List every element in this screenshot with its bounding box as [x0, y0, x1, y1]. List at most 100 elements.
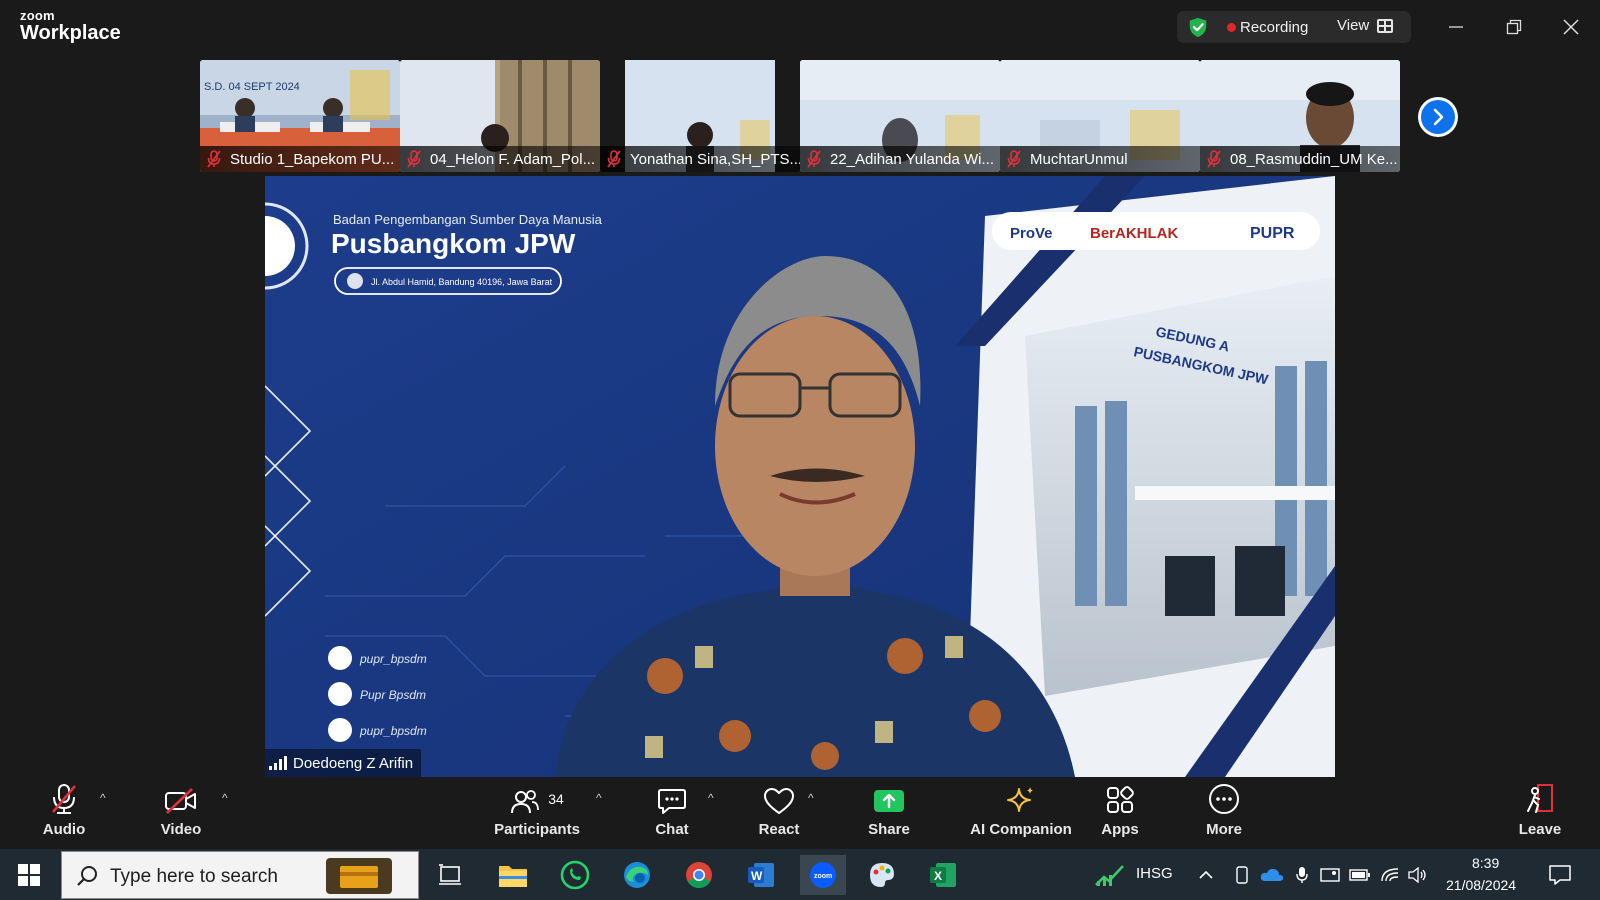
leave-label: Leave [1518, 821, 1562, 838]
edge-browser-icon[interactable] [617, 855, 657, 895]
volume-icon[interactable] [1406, 855, 1430, 895]
chat-label: Chat [655, 821, 689, 838]
more-button[interactable]: More [1198, 777, 1250, 849]
active-speaker-video[interactable]: Badan Pengembangan Sumber Daya Manusia P… [265, 176, 1335, 777]
more-icon [1209, 784, 1239, 814]
excel-icon[interactable]: X [923, 855, 963, 895]
search-highlight-icon [326, 858, 392, 894]
recording-pill: Recording View [1177, 11, 1411, 43]
ai-companion-button[interactable]: AI Companion [958, 777, 1084, 849]
wifi-icon[interactable] [1378, 855, 1402, 895]
mic-muted-icon [807, 150, 821, 168]
audio-button[interactable]: Audio [34, 777, 94, 849]
task-view-icon[interactable] [430, 855, 470, 895]
react-label: React [758, 821, 800, 838]
mic-muted-icon [1007, 150, 1021, 168]
leave-button[interactable]: Leave [1516, 777, 1564, 849]
view-label: View [1337, 17, 1370, 34]
onedrive-icon[interactable] [1258, 855, 1286, 895]
thumbnail-name: 08_Rasmuddin_UM Ke... [1230, 150, 1398, 168]
mic-muted-icon [207, 150, 221, 168]
svg-text:X: X [934, 869, 942, 883]
next-page-button[interactable] [1418, 97, 1458, 137]
encryption-shield-icon[interactable] [1187, 16, 1209, 38]
participants-options-caret-icon[interactable]: ^ [596, 791, 602, 805]
thumbnail-name-label: 04_Helon F. Adam_Pol... [400, 146, 600, 172]
participant-thumbnail[interactable]: MuchtarUnmul [1000, 60, 1200, 172]
video-options-caret-icon[interactable]: ^ [222, 791, 228, 805]
participants-label: Participants [494, 821, 580, 838]
participant-thumbnail[interactable]: 22_Adihan Yulanda Wi... [800, 60, 1000, 172]
chat-icon [658, 789, 686, 814]
speaker-video-feed: Badan Pengembangan Sumber Daya Manusia P… [265, 176, 1335, 777]
apps-label: Apps [1101, 821, 1139, 838]
tray-overflow-icon[interactable] [1194, 855, 1218, 895]
thumbnail-name: Studio 1_Bapekom PU... [230, 150, 395, 168]
grid-view-icon [1377, 18, 1394, 33]
logo-berakhlak: BerAKHLAK [1090, 225, 1179, 242]
participant-thumbnail[interactable]: 08_Rasmuddin_UM Ke... [1200, 60, 1400, 172]
view-button[interactable]: View [1337, 17, 1394, 34]
thumb-date-text: S.D. 04 SEPT 2024 [204, 81, 300, 93]
thumbnail-name: 04_Helon F. Adam_Pol... [430, 150, 596, 168]
video-off-icon [165, 788, 196, 814]
audio-options-caret-icon[interactable]: ^ [100, 791, 106, 805]
clock-date[interactable]: 21/08/2024 [1446, 877, 1516, 893]
thumbnail-name-label: Studio 1_Bapekom PU... [200, 146, 400, 172]
chevron-right-icon [1433, 108, 1444, 126]
clock-time[interactable]: 8:39 [1472, 855, 1499, 871]
mic-muted-icon [607, 150, 621, 168]
microphone-tray-icon[interactable] [1292, 855, 1312, 895]
stock-label[interactable]: IHSG [1136, 865, 1173, 882]
recording-dot-icon [1227, 23, 1236, 32]
video-label: Video [160, 821, 202, 838]
participant-thumbnail[interactable]: Yonathan Sina,SH_PTS.... [600, 60, 800, 172]
more-label: More [1206, 821, 1242, 838]
whatsapp-icon[interactable] [555, 855, 595, 895]
share-button[interactable]: Share [862, 777, 916, 849]
social-x: pupr_bpsdm [359, 724, 427, 738]
thumbnail-name-label: 22_Adihan Yulanda Wi... [800, 146, 1000, 172]
thumbnail-name: 22_Adihan Yulanda Wi... [830, 150, 995, 168]
notifications-icon[interactable] [1540, 855, 1580, 895]
leave-door-icon [1527, 784, 1553, 813]
sparkle-icon [1007, 787, 1033, 812]
zoom-app-icon[interactable]: zoom [800, 855, 846, 895]
chat-options-caret-icon[interactable]: ^ [708, 791, 714, 805]
thumbnail-name-label: MuchtarUnmul [1000, 146, 1200, 172]
word-icon[interactable]: W [741, 855, 781, 895]
participant-thumbnail[interactable]: S.D. 04 SEPT 2024 Studio 1_Bapekom PU... [200, 60, 400, 172]
restore-icon[interactable] [1499, 12, 1529, 42]
react-button[interactable]: React [754, 777, 804, 849]
mic-muted-icon [52, 784, 76, 814]
taskbar-search-input[interactable]: Type here to search [61, 851, 419, 899]
signal-strength-icon [269, 756, 287, 770]
speaker-name: Doedoeng Z Arifin [293, 754, 414, 772]
apps-button[interactable]: Apps [1096, 777, 1144, 849]
zoom-workplace-logo: zoom Workplace [20, 9, 121, 43]
battery-icon[interactable] [1348, 855, 1372, 895]
thumbnail-name: Yonathan Sina,SH_PTS.... [630, 150, 800, 168]
stock-chart-icon[interactable] [1090, 855, 1130, 895]
display-tray-icon[interactable] [1318, 855, 1342, 895]
meeting-toolbar: Audio ^ Video ^ 34 Participants ^ Chat ^… [0, 777, 1600, 849]
slide-address: Jl. Abdul Hamid, Bandung 40196, Jawa Bar… [371, 277, 553, 287]
close-icon[interactable] [1556, 12, 1586, 42]
logo-prove: ProVe [1010, 225, 1053, 242]
device-icon[interactable] [1232, 855, 1252, 895]
video-button[interactable]: Video [150, 777, 212, 849]
chat-button[interactable]: Chat [648, 777, 696, 849]
windows-start-icon[interactable] [9, 855, 49, 895]
file-explorer-icon[interactable] [493, 855, 533, 895]
paint-icon[interactable] [862, 855, 902, 895]
minimize-icon[interactable] [1441, 12, 1471, 42]
heart-icon [764, 788, 794, 814]
search-icon [77, 866, 97, 886]
social-instagram: pupr_bpsdm [359, 652, 427, 666]
recording-label[interactable]: Recording [1240, 19, 1308, 36]
react-options-caret-icon[interactable]: ^ [808, 791, 814, 805]
chrome-icon[interactable] [679, 855, 719, 895]
logo-pupr: PUPR [1250, 225, 1295, 242]
participant-thumbnail[interactable]: 04_Helon F. Adam_Pol... [400, 60, 600, 172]
participants-button[interactable]: 34 Participants [492, 777, 582, 849]
